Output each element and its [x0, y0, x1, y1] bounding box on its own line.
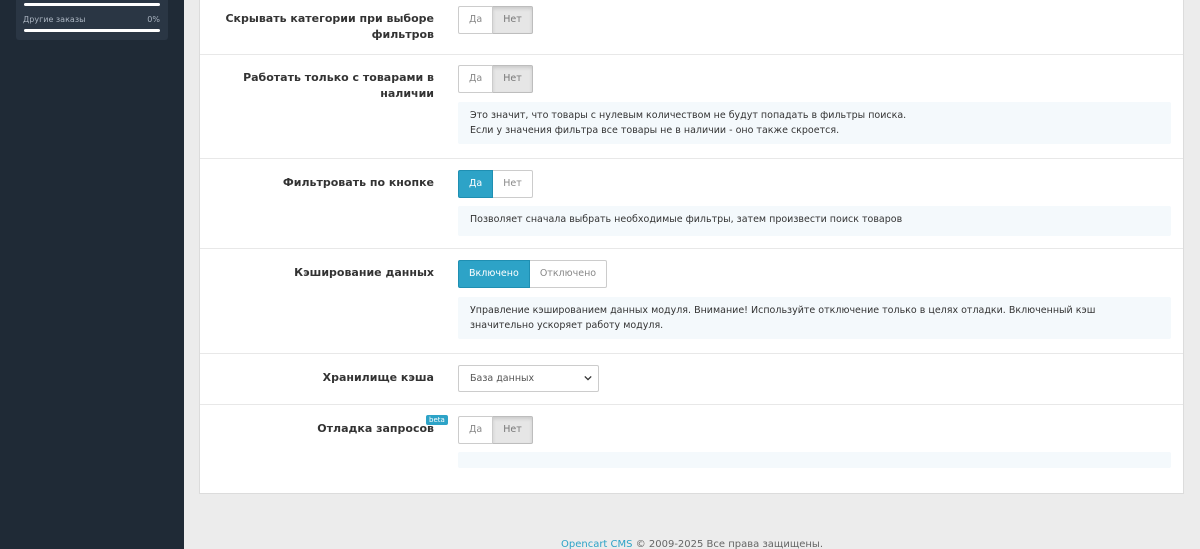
disabled-button[interactable]: Отключено [529, 260, 608, 288]
footer-copyright: © 2009-2025 Все права защищены. [635, 539, 824, 549]
select-value: База данных [470, 373, 535, 384]
no-button[interactable]: Нет [493, 416, 533, 444]
yes-button[interactable]: Да [458, 170, 494, 198]
stats-progress-bar [24, 3, 160, 6]
beta-badge: beta [426, 415, 448, 425]
setting-row-filter-by-button: Фильтровать по кнопке Да Нет Позволяет с… [200, 159, 1183, 249]
footer-link[interactable]: Opencart CMS [561, 539, 633, 549]
setting-label: Кэширование данных [294, 266, 434, 279]
setting-label: Хранилище кэша [322, 371, 434, 384]
toggle-filter-by-button: Да Нет [458, 170, 533, 198]
help-text: Позволяет сначала выбрать необходимые фи… [458, 206, 1171, 236]
setting-label: Скрывать категории при выборе фильтров [225, 12, 434, 41]
setting-row-data-caching: Кэширование данных Включено Отключено Уп… [200, 249, 1183, 354]
setting-row-hide-categories: Скрывать категории при выборе фильтров Д… [200, 0, 1183, 55]
setting-row-cache-storage: Хранилище кэша База данных [200, 354, 1183, 405]
stats-value: 0% [147, 15, 160, 24]
no-button[interactable]: Нет [493, 170, 533, 198]
no-button[interactable]: Нет [493, 65, 533, 93]
chevron-down-icon [584, 375, 592, 381]
setting-row-debug-queries: Отладка запросов beta Да Нет [200, 405, 1183, 494]
toggle-data-caching: Включено Отключено [458, 260, 608, 288]
help-text: Управление кэшированием данных модуля. В… [458, 297, 1171, 339]
toggle-in-stock-only: Да Нет [458, 65, 533, 93]
yes-button[interactable]: Да [458, 6, 494, 34]
toggle-hide-categories: Да Нет [458, 6, 533, 34]
main-content: Скрывать категории при выборе фильтров Д… [184, 0, 1200, 549]
order-stats-block: Другие заказы 0% [16, 0, 168, 40]
help-line: Это значит, что товары с нулевым количес… [470, 110, 907, 121]
settings-panel: Скрывать категории при выборе фильтров Д… [199, 0, 1184, 494]
help-text [458, 452, 1171, 468]
enabled-button[interactable]: Включено [458, 260, 530, 288]
stats-progress-bar [24, 29, 160, 32]
sidebar: Другие заказы 0% [0, 0, 184, 549]
footer: Opencart CMS © 2009-2025 Все права защищ… [184, 539, 1200, 549]
help-line: Если у значения фильтра все товары не в … [470, 125, 840, 136]
help-text: Это значит, что товары с нулевым количес… [458, 102, 1171, 144]
yes-button[interactable]: Да [458, 416, 494, 444]
setting-label: Отладка запросов [317, 422, 434, 435]
yes-button[interactable]: Да [458, 65, 494, 93]
setting-label: Фильтровать по кнопке [282, 176, 434, 189]
toggle-debug-queries: Да Нет [458, 416, 533, 444]
stats-label: Другие заказы [23, 15, 86, 24]
cache-storage-select[interactable]: База данных [458, 365, 599, 392]
no-button[interactable]: Нет [493, 6, 533, 34]
setting-row-in-stock-only: Работать только с товарами в наличии Да … [200, 55, 1183, 159]
setting-label: Работать только с товарами в наличии [243, 71, 434, 100]
